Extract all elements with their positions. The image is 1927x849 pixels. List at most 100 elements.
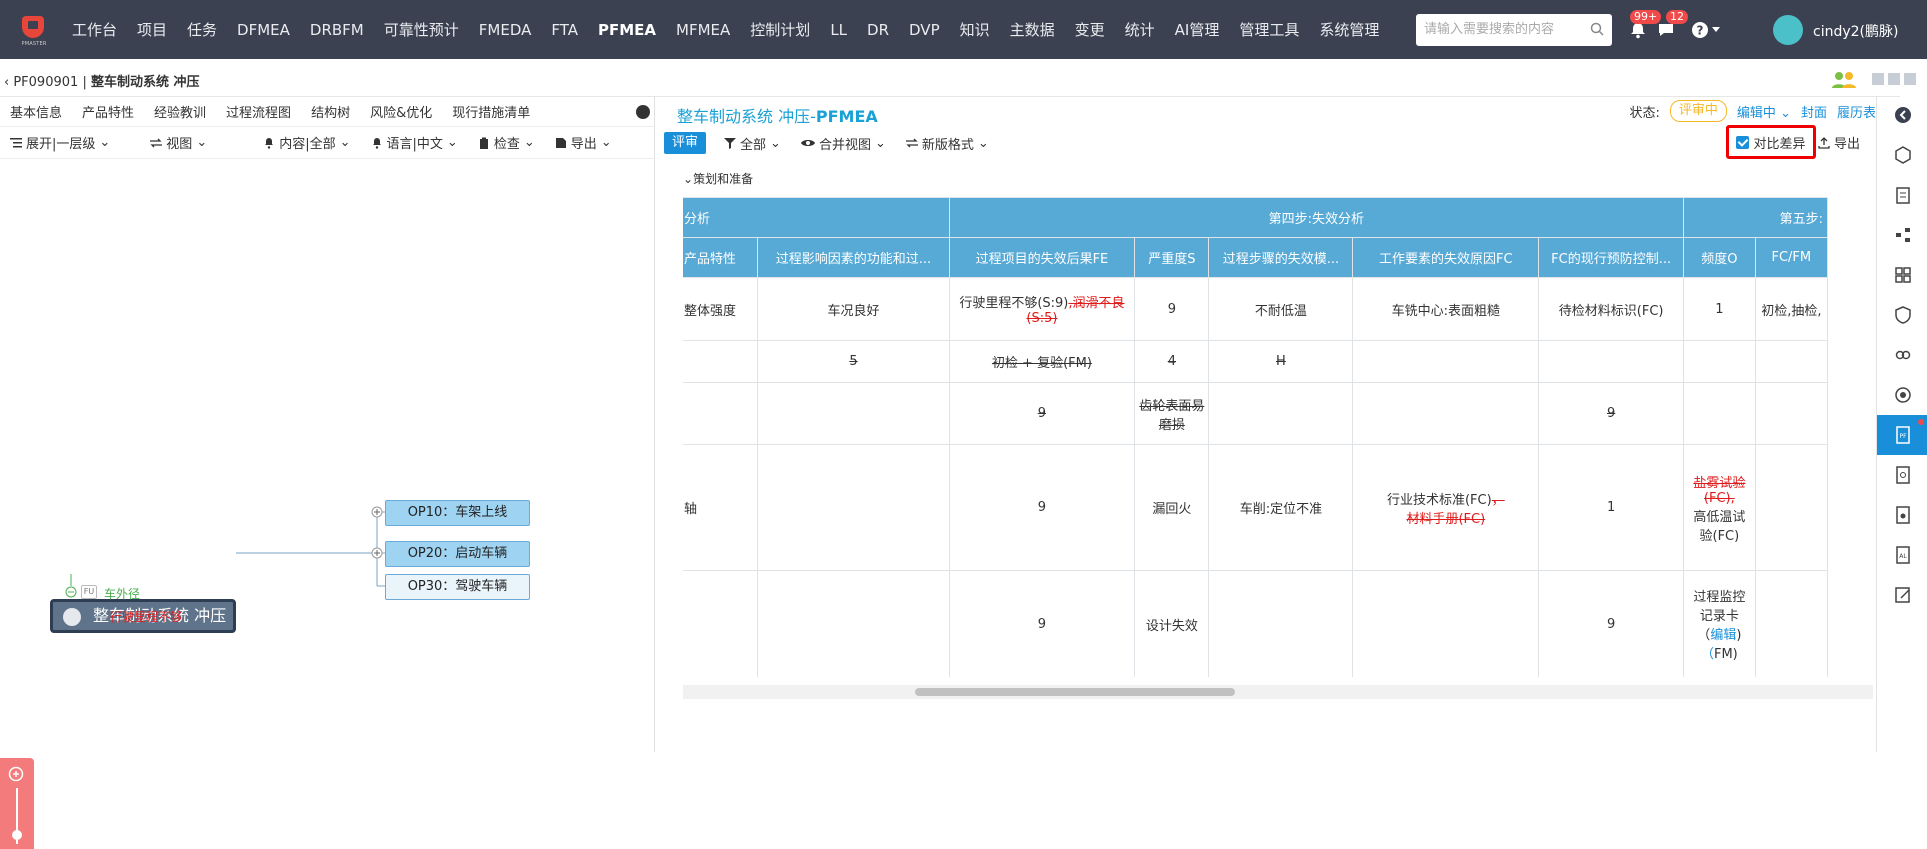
cell[interactable]: 9 xyxy=(948,444,1136,571)
users-icon[interactable] xyxy=(1830,70,1858,90)
nav-item[interactable]: 项目 xyxy=(127,19,177,40)
cover-link[interactable]: 封面 xyxy=(1801,102,1827,121)
nav-item[interactable]: DVP xyxy=(899,21,950,39)
edit-link[interactable]: 编辑 xyxy=(1710,628,1736,643)
cell[interactable] xyxy=(1352,382,1540,445)
left-tab[interactable]: 经验教训 xyxy=(144,102,216,121)
expand-level-dropdown[interactable]: 展开|一层级 ⌄ xyxy=(0,133,120,152)
target-icon[interactable] xyxy=(1893,385,1913,405)
deleted-cell[interactable]: 9 xyxy=(948,382,1136,445)
cell[interactable] xyxy=(1208,570,1354,677)
cell[interactable]: 过程监控记录卡 （编辑) （FM) xyxy=(1683,570,1756,677)
nav-item[interactable]: DR xyxy=(857,21,899,39)
layout-right-icon[interactable] xyxy=(1904,73,1916,85)
edit-note-icon[interactable] xyxy=(1893,585,1913,605)
column-header[interactable]: 频度O xyxy=(1683,237,1756,278)
language-dropdown[interactable]: 语言|中文 ⌄ xyxy=(361,133,468,152)
cell[interactable] xyxy=(1352,570,1540,677)
cell[interactable]: 车铣中心:表面粗糙 xyxy=(1352,277,1540,341)
cell[interactable]: 轴 xyxy=(683,444,759,571)
review-button[interactable]: 评审 xyxy=(664,132,707,154)
app-logo[interactable]: PMASTER xyxy=(14,10,54,50)
new-format-dropdown[interactable]: 新版格式 ⌄ xyxy=(896,134,999,153)
nav-item[interactable]: 主数据 xyxy=(1000,19,1065,40)
cell[interactable]: 9 xyxy=(948,570,1136,677)
nav-item[interactable]: FMEDA xyxy=(469,21,542,39)
layout-split-icon[interactable] xyxy=(1888,73,1900,85)
tree-failure-label[interactable]: 行驶里程不够 xyxy=(110,608,182,625)
cell[interactable]: 行驶里程不够(S:9),润滑不良(S:5) xyxy=(948,277,1136,341)
nav-item[interactable]: AI管理 xyxy=(1165,19,1230,40)
cell[interactable]: 待检材料标识(FC) xyxy=(1538,277,1685,341)
left-tab[interactable]: 风险&优化 xyxy=(360,102,442,121)
zoom-in-icon[interactable] xyxy=(8,766,24,782)
grid-icon[interactable] xyxy=(1893,265,1913,285)
cell[interactable] xyxy=(1683,340,1756,383)
collapse-left-icon[interactable] xyxy=(1893,105,1913,125)
column-header[interactable]: FC的现行预防控制... xyxy=(1538,237,1685,278)
left-tab[interactable]: 基本信息 xyxy=(0,102,72,121)
avatar[interactable] xyxy=(1773,15,1803,45)
help-icon[interactable]: ? xyxy=(1690,20,1710,40)
horizontal-scrollbar[interactable] xyxy=(683,685,1873,699)
tree-fu-label[interactable]: 车外径 xyxy=(104,585,140,602)
cell[interactable]: 行业技术标准(FC)， 材料手册(FC) xyxy=(1352,444,1540,571)
cell[interactable]: 整体强度 xyxy=(683,277,759,341)
cell[interactable] xyxy=(1538,340,1685,383)
doc-gear-icon[interactable] xyxy=(1893,505,1913,525)
doc-search-icon[interactable] xyxy=(1893,465,1913,485)
layout-toggle[interactable] xyxy=(1870,73,1916,85)
cell[interactable] xyxy=(1352,340,1540,383)
shield-icon[interactable] xyxy=(1893,305,1913,325)
merge-view-dropdown[interactable]: 合并视图 ⌄ xyxy=(791,134,896,153)
search-icon[interactable] xyxy=(1590,22,1604,36)
deleted-cell[interactable]: 9 xyxy=(1538,382,1685,445)
nav-item[interactable]: PFMEA xyxy=(588,21,666,39)
layout-left-icon[interactable] xyxy=(1872,73,1884,85)
column-header[interactable]: FC/FM xyxy=(1754,237,1829,278)
nav-item[interactable]: DRBFM xyxy=(300,21,374,39)
cell[interactable]: 不耐低温 xyxy=(1208,277,1354,341)
deleted-cell[interactable]: 5 xyxy=(757,340,950,383)
clipboard-list-icon[interactable] xyxy=(1893,185,1913,205)
checkbox-checked-icon[interactable] xyxy=(1736,135,1750,149)
breadcrumb-code[interactable]: PF090901 xyxy=(13,75,78,90)
cell[interactable] xyxy=(1754,382,1829,445)
nav-item[interactable]: 系统管理 xyxy=(1309,19,1389,40)
nav-item[interactable]: FTA xyxy=(541,21,588,39)
back-chevron-icon[interactable]: ‹ xyxy=(4,75,13,90)
nav-item[interactable]: 可靠性预计 xyxy=(374,19,469,40)
nav-item[interactable]: 管理工具 xyxy=(1229,19,1309,40)
cell[interactable] xyxy=(757,570,950,677)
cell[interactable]: 1 xyxy=(1538,444,1685,571)
cell[interactable] xyxy=(1683,382,1756,445)
column-header[interactable]: 过程项目的失效后果FE xyxy=(948,237,1136,278)
nav-item[interactable]: 知识 xyxy=(950,19,1000,40)
zoom-slider-handle[interactable] xyxy=(12,830,22,840)
collapse-panel-icon[interactable] xyxy=(636,105,650,119)
cell[interactable] xyxy=(1208,382,1354,445)
cell[interactable] xyxy=(683,570,759,677)
structure-tree-canvas[interactable]: 整车制动系统 冲压 OP10：车架上线 OP20：启动车辆 OP30：驾驶车辆 … xyxy=(0,159,655,752)
right-export-button[interactable]: 导出 xyxy=(1818,133,1860,152)
nav-item[interactable]: DFMEA xyxy=(227,21,300,39)
cell[interactable]: 车削:定位不准 xyxy=(1208,444,1354,571)
user-name[interactable]: cindy2(鹏脉) xyxy=(1813,21,1898,41)
cell[interactable] xyxy=(1754,570,1829,677)
cell[interactable] xyxy=(757,444,950,571)
left-tab[interactable]: 产品特性 xyxy=(72,102,144,121)
deleted-cell[interactable]: 4 xyxy=(1134,340,1210,383)
left-tab[interactable]: 现行措施清单 xyxy=(442,102,540,121)
scrollbar-thumb[interactable] xyxy=(915,688,1235,696)
search-input[interactable] xyxy=(1424,14,1584,44)
deleted-cell[interactable]: 齿轮表面易磨损 xyxy=(1134,382,1210,445)
cell[interactable] xyxy=(1754,444,1829,571)
cell[interactable]: 漏回火 xyxy=(1134,444,1210,571)
deleted-cell[interactable]: H xyxy=(1208,340,1354,383)
left-tab[interactable]: 结构树 xyxy=(301,102,360,121)
tree-node-op20[interactable]: OP20：启动车辆 xyxy=(385,541,530,567)
column-header[interactable]: 严重度S xyxy=(1134,237,1210,278)
cell[interactable]: 1 xyxy=(1683,277,1756,341)
nav-item[interactable]: LL xyxy=(820,21,857,39)
view-dropdown[interactable]: 视图 ⌄ xyxy=(140,133,217,152)
